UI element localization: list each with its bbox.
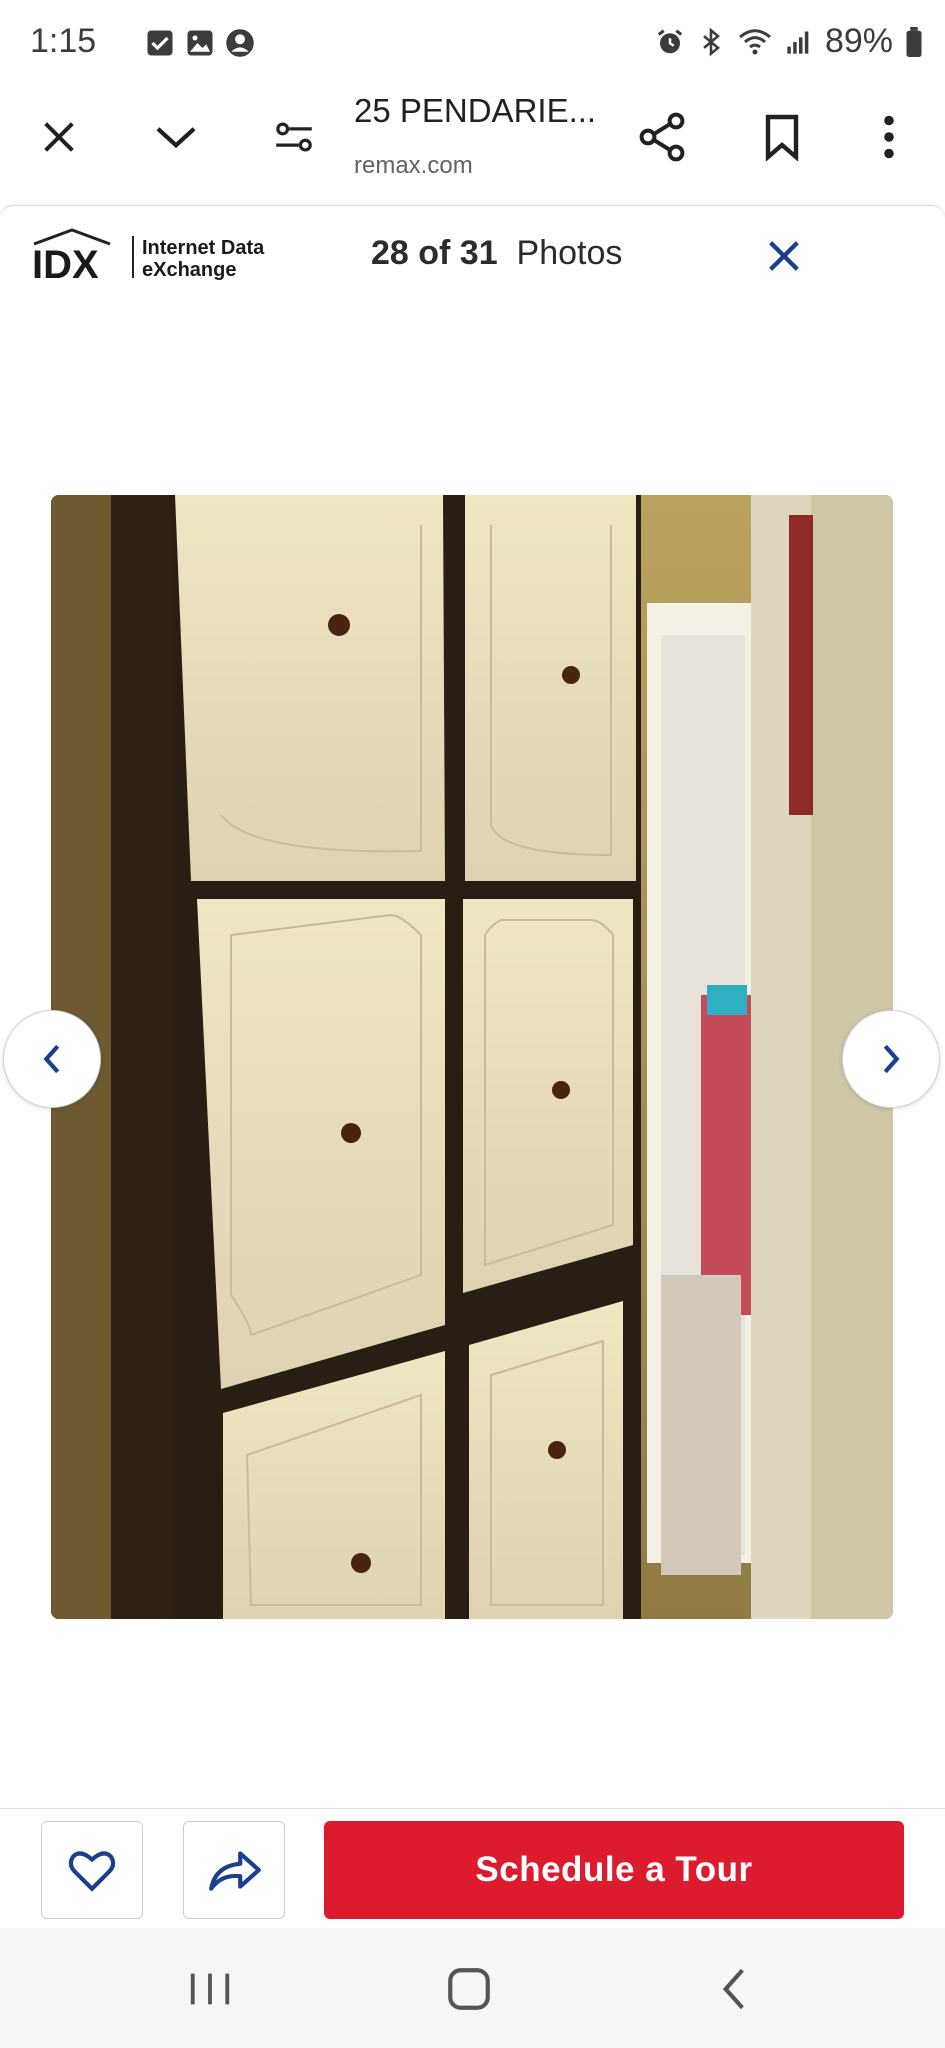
next-photo-button[interactable]	[842, 1010, 940, 1108]
more-vert-icon	[884, 115, 894, 159]
battery-percent: 89%	[824, 22, 893, 60]
signal-icon	[787, 31, 809, 54]
page-info-button[interactable]	[262, 105, 326, 169]
close-gallery-button[interactable]	[756, 228, 812, 284]
idx-logo: IDX Internet Data eXchange	[30, 228, 295, 287]
close-icon	[769, 241, 799, 271]
battery-icon	[906, 26, 922, 57]
back-icon	[722, 1968, 744, 2010]
close-tab-button[interactable]	[27, 105, 91, 169]
alarm-icon	[657, 29, 683, 53]
system-navigation-bar	[0, 1928, 945, 2048]
share-page-button[interactable]	[630, 105, 694, 169]
idx-logo-line2: eXchange	[142, 259, 236, 281]
previous-photo-button[interactable]	[3, 1010, 101, 1108]
wifi-icon	[738, 28, 771, 54]
heart-icon	[68, 1851, 116, 1892]
favorite-button[interactable]	[41, 1821, 143, 1919]
recent-apps-icon	[190, 1973, 230, 2005]
idx-logo-line1: Internet Data	[142, 237, 265, 259]
close-icon	[44, 122, 74, 152]
minimize-tab-button[interactable]	[144, 105, 208, 169]
checkbox-notification-icon	[147, 30, 173, 56]
idx-logo-mark: IDX	[32, 243, 99, 282]
bookmark-icon	[765, 114, 799, 161]
photo-counter-number: 28 of 31	[371, 234, 498, 272]
bookmark-button[interactable]	[750, 105, 814, 169]
account-notification-icon	[226, 29, 254, 57]
recent-apps-button[interactable]	[180, 1966, 240, 2012]
chevron-right-icon	[883, 1044, 900, 1074]
listing-photo	[51, 495, 893, 1619]
photo-counter: 28 of 31 Photos	[371, 234, 622, 273]
bluetooth-icon	[703, 27, 720, 56]
status-bar: 1:15 89%	[0, 0, 945, 90]
chevron-left-icon	[43, 1044, 60, 1074]
gallery-notification-icon	[187, 30, 213, 56]
status-right-group: 89%	[655, 22, 923, 61]
status-time: 1:15	[30, 22, 97, 60]
share-arrow-icon	[209, 1851, 261, 1891]
page-title: 25 PENDARIE...	[354, 92, 597, 129]
home-button[interactable]	[444, 1964, 494, 2014]
page-settings-icon	[276, 122, 312, 152]
share-listing-button[interactable]	[183, 1821, 285, 1919]
more-options-button[interactable]	[857, 105, 921, 169]
back-button[interactable]	[714, 1964, 754, 2014]
closet-doors-photo	[51, 495, 893, 1619]
home-icon	[448, 1968, 490, 2010]
schedule-tour-button[interactable]: Schedule a Tour	[324, 1821, 904, 1919]
chevron-down-icon	[156, 127, 196, 149]
photo-counter-label: Photos	[516, 234, 623, 272]
share-icon	[639, 112, 685, 162]
page-domain: remax.com	[354, 152, 473, 179]
